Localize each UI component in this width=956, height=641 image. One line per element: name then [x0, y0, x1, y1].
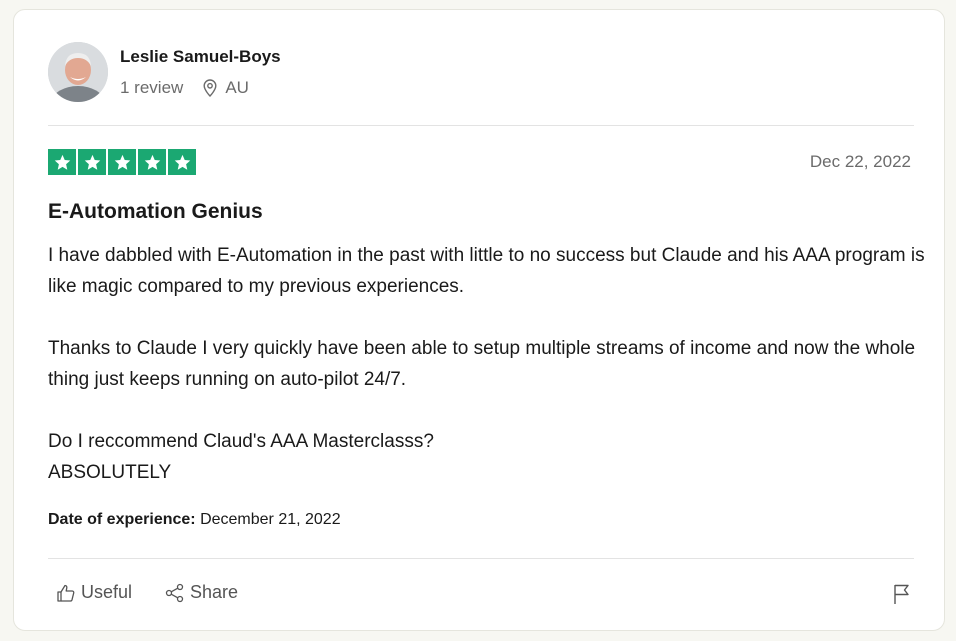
- reviewer-meta: 1 review AU: [120, 78, 281, 98]
- reviewer-header: Leslie Samuel-Boys 1 review AU: [48, 42, 281, 102]
- reviewer-info: Leslie Samuel-Boys 1 review AU: [120, 47, 281, 98]
- thumbs-up-icon: [56, 583, 76, 603]
- review-paragraph: I have dabbled with E-Automation in the …: [48, 245, 925, 297]
- avatar-photo: [48, 42, 108, 102]
- share-icon: [165, 583, 185, 603]
- review-date: Dec 22, 2022: [809, 152, 911, 171]
- review-title[interactable]: E-Automation Genius: [48, 200, 263, 224]
- report-flag-button[interactable]: [892, 583, 912, 610]
- review-paragraph: Thanks to Claude I very quickly have bee…: [48, 338, 916, 390]
- star-icon: [168, 149, 196, 175]
- footer-divider: [48, 558, 914, 559]
- star-icon: [78, 149, 106, 175]
- flag-icon: [892, 583, 912, 610]
- useful-button[interactable]: Useful: [56, 582, 132, 603]
- reviewer-name[interactable]: Leslie Samuel-Boys: [120, 47, 281, 67]
- star-rating: [48, 149, 196, 175]
- header-divider: [48, 125, 914, 126]
- review-paragraph: Do I reccommend Claud's AAA Masterclasss…: [48, 431, 434, 483]
- location-pin-icon: [203, 78, 217, 97]
- useful-label: Useful: [81, 582, 133, 602]
- star-icon: [48, 149, 76, 175]
- review-card: Leslie Samuel-Boys 1 review AU Dec 22, 2…: [13, 9, 945, 631]
- reviewer-country: AU: [225, 77, 249, 97]
- experience-date: December 21, 2022: [200, 511, 341, 528]
- star-icon: [138, 149, 166, 175]
- date-of-experience: Date of experience: December 21, 2022: [48, 511, 341, 529]
- star-icon: [108, 149, 136, 175]
- share-label: Share: [190, 582, 239, 602]
- experience-label: Date of experience:: [48, 511, 196, 528]
- review-actions: Useful Share: [56, 582, 238, 603]
- review-count: 1 review: [120, 77, 184, 97]
- share-button[interactable]: Share: [165, 582, 238, 603]
- review-body: I have dabbled with E-Automation in the …: [48, 240, 928, 488]
- avatar[interactable]: [48, 42, 108, 102]
